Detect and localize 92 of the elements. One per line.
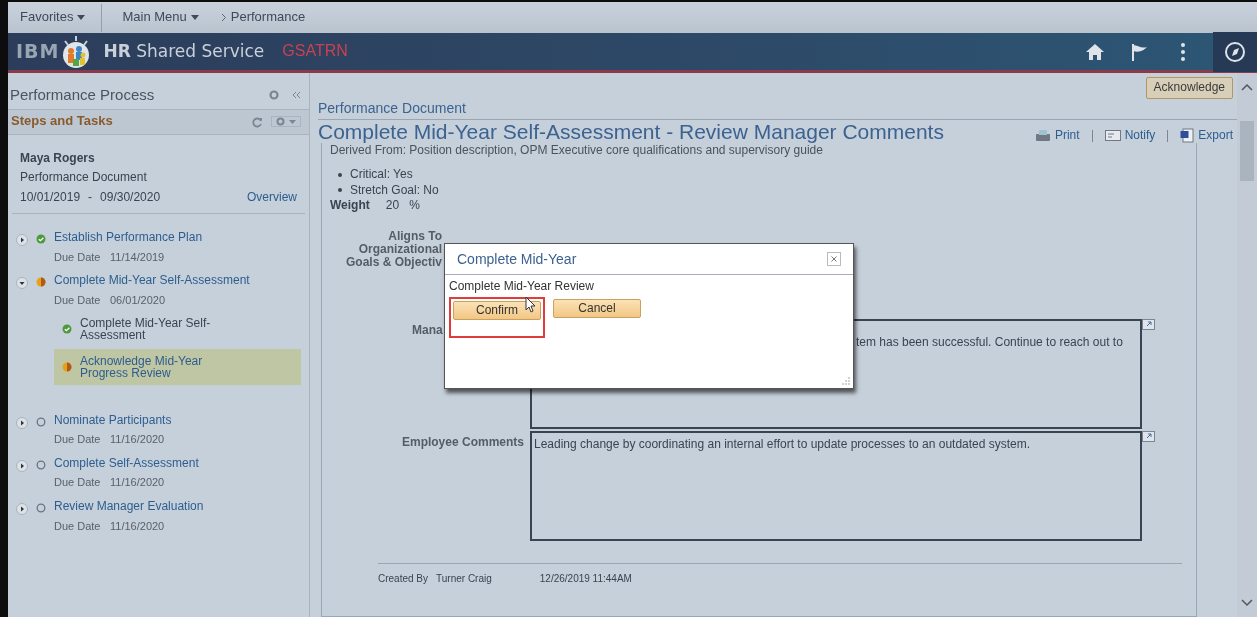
caret-icon (190, 15, 199, 20)
due-date: 11/16/2020 (110, 476, 165, 489)
bullet-icon (338, 172, 342, 177)
app-title: HR Shared Service (103, 40, 265, 63)
logo: IBM (16, 39, 60, 64)
scroll-up-icon[interactable] (1241, 83, 1253, 91)
status-icon (36, 277, 46, 288)
employee-name: Maya Rogers (20, 150, 96, 167)
created-by-name: Turner Craig (436, 572, 492, 586)
due-date-label: Due Date (54, 518, 102, 533)
due-date: 11/16/2020 (110, 433, 165, 446)
created-timestamp: 12/26/2019 11:44AM (539, 572, 632, 586)
gear-icon (276, 117, 285, 126)
dialog-button[interactable]: Confirm (453, 300, 541, 321)
acknowledge-button[interactable]: Acknowledge (1145, 77, 1233, 99)
status-icon (36, 503, 46, 514)
created-by-label: Created By (378, 572, 429, 586)
due-date-label: Due Date (54, 475, 102, 490)
cursor-icon (525, 296, 537, 313)
step-link[interactable]: Complete Self-Assessment (54, 455, 309, 472)
caret-icon (77, 15, 86, 20)
weight-label: Weight (330, 198, 370, 214)
compass-icon[interactable] (1224, 40, 1246, 63)
due-date: 11/16/2020 (110, 519, 165, 532)
environment-label: GSATRN (282, 41, 348, 62)
status-icon (36, 234, 46, 245)
print-link[interactable]: Print (1034, 127, 1080, 144)
expand-toggle[interactable] (16, 416, 28, 429)
start-date: 10/01/2019 (20, 189, 81, 206)
step-link[interactable]: Complete Mid-Year Self-Assessment (54, 273, 309, 290)
chevron-icon (220, 13, 227, 22)
field-label: Goals & Objectiv (344, 256, 442, 270)
envelope-icon (1104, 130, 1121, 142)
dialog-button[interactable]: Cancel (553, 298, 641, 319)
dialog-message: Complete Mid-Year Review (448, 278, 595, 295)
field-label: Organizational (357, 242, 442, 257)
resize-grip-icon (842, 377, 850, 385)
printer-icon (1034, 129, 1051, 143)
document-type: Performance Document (20, 170, 148, 186)
status-icon (62, 323, 72, 334)
due-date-label: Due Date (54, 293, 102, 308)
section-title: Steps and Tasks (11, 113, 114, 130)
field-label: Mana (412, 323, 443, 338)
substep-item[interactable]: Complete Mid-Year Self-Assessment (54, 312, 301, 345)
status-icon (36, 459, 46, 470)
due-date-label: Due Date (54, 432, 102, 447)
expand-toggle[interactable] (16, 234, 28, 247)
scroll-thumb[interactable] (1240, 121, 1254, 181)
menu-link[interactable]: Main Menu (116, 9, 215, 26)
step-link[interactable]: Establish Performance Plan (54, 230, 309, 246)
step-link[interactable]: Nominate Participants (54, 412, 309, 429)
expand-toggle[interactable] (16, 459, 28, 472)
field-label: Employee Comments (401, 435, 524, 450)
weight-unit: % (409, 198, 420, 214)
collapse-icon[interactable] (291, 89, 301, 100)
scrollbar[interactable] (1237, 73, 1257, 617)
dialog-title: Complete Mid-Year (457, 250, 577, 269)
caret-icon (289, 119, 296, 124)
due-date-label: Due Date (54, 249, 102, 265)
expand-toggle[interactable] (16, 503, 28, 516)
step-link[interactable]: Review Manager Evaluation (54, 499, 309, 515)
home-icon[interactable] (1085, 41, 1105, 62)
expand-icon[interactable] (1142, 431, 1155, 443)
expand-icon[interactable] (1142, 319, 1155, 331)
collapse-toggle[interactable] (16, 277, 28, 290)
export-link[interactable]: Export (1180, 127, 1233, 144)
status-icon (62, 361, 72, 372)
substep-item[interactable]: Acknowledge Mid-Year Progress Review (54, 348, 301, 385)
document-heading: Performance Document (318, 98, 1237, 120)
due-date: 11/14/2019 (110, 250, 165, 263)
document-title: Complete Mid-Year Self-Assessment - Review Manager Comments (318, 119, 945, 143)
flag-icon[interactable] (1129, 41, 1149, 62)
weight-value: 20 (385, 198, 400, 214)
derived-from-text: Derived From: Position description, OPM Executive core qualifications and supervisory guide (330, 143, 824, 159)
date-separator: - (88, 189, 93, 206)
close-icon[interactable] (827, 252, 841, 267)
breadcrumb-link[interactable]: Performance (214, 9, 322, 26)
document-icon (1180, 128, 1195, 144)
bullet-icon (338, 188, 342, 193)
scroll-down-icon[interactable] (1241, 599, 1253, 607)
end-date: 09/30/2020 (100, 189, 162, 206)
due-date: 06/01/2020 (110, 294, 166, 307)
bullet-text: Critical: Yes (350, 166, 413, 183)
panel-title: Performance Process (10, 85, 156, 105)
settings-icon[interactable] (269, 89, 279, 100)
field-label: Aligns To (387, 229, 442, 243)
status-icon (36, 416, 46, 427)
overview-link[interactable]: Overview (247, 189, 297, 206)
comment-box[interactable]: Leading change by coordinating an internal effort to update processes to an outdated system. (530, 431, 1142, 542)
bullet-text: Stretch Goal: No (350, 182, 439, 199)
menu-link[interactable]: Favorites (14, 9, 102, 26)
notify-link[interactable]: Notify (1104, 127, 1156, 144)
